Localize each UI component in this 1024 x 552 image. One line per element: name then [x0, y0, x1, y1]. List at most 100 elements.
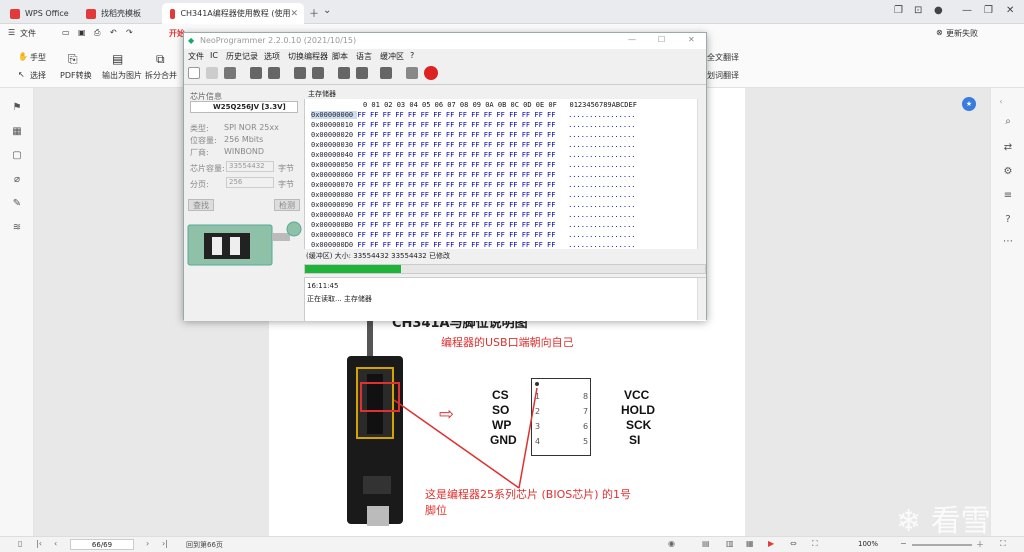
hex-row[interactable]: 0x00000000 FF FF FF FF FF FF FF FF FF FF… — [311, 111, 636, 119]
avatar[interactable]: ● — [934, 5, 943, 16]
bookmark-icon[interactable]: ⚑ — [11, 102, 23, 114]
menu-switch-programmer[interactable]: 切换编程器 — [288, 51, 328, 62]
hex-row[interactable]: 0x00000070 FF FF FF FF FF FF FF FF FF FF… — [311, 181, 636, 189]
hex-row[interactable]: 0x000000B0 FF FF FF FF FF FF FF FF FF FF… — [311, 221, 636, 229]
settings-icon[interactable]: ⚙ — [1002, 166, 1014, 178]
hex-row[interactable]: 0x00000010 FF FF FF FF FF FF FF FF FF FF… — [311, 121, 636, 129]
close-tab-icon[interactable]: ✕ — [290, 9, 298, 19]
verify-icon[interactable] — [294, 67, 306, 79]
chip-name-field[interactable]: W25Q256JV [3.3V] — [190, 101, 298, 113]
hamburger-icon[interactable]: ☰ — [8, 28, 15, 37]
translate-icon[interactable]: ⇄ — [1002, 142, 1014, 154]
sign-icon[interactable]: ✎ — [11, 198, 23, 210]
select-tool-icon[interactable]: ↖ — [18, 70, 25, 79]
export-image-icon[interactable]: ▤ — [112, 52, 123, 66]
skin-icon[interactable]: ⊡ — [914, 5, 922, 16]
new-file-icon[interactable] — [188, 67, 200, 79]
pdf-convert-icon[interactable]: ⎘ — [68, 52, 78, 67]
hex-row[interactable]: 0x00000020 FF FF FF FF FF FF FF FF FF FF… — [311, 131, 636, 139]
undo-icon[interactable]: ↶ — [110, 28, 117, 37]
stop-icon[interactable] — [424, 66, 438, 80]
back-to-page-link[interactable]: 回到第66页 — [186, 540, 223, 550]
open-icon[interactable]: ▭ — [62, 28, 70, 37]
minimize-icon[interactable]: — — [628, 35, 636, 44]
hex-scrollbar[interactable] — [697, 99, 706, 249]
menu-language[interactable]: 语言 — [356, 51, 372, 62]
maximize-icon[interactable]: ☐ — [658, 35, 665, 44]
detect-button[interactable]: 检测 — [274, 199, 300, 211]
hex-row[interactable]: 0x000000A0 FF FF FF FF FF FF FF FF FF FF… — [311, 211, 636, 219]
update-failed[interactable]: 更新失败 — [946, 28, 978, 39]
restore-icon[interactable]: ❐ — [894, 5, 903, 16]
select-tool-label[interactable]: 选择 — [30, 70, 46, 81]
hex-row[interactable]: 0x000000C0 FF FF FF FF FF FF FF FF FF FF… — [311, 231, 636, 239]
redo-icon[interactable]: ↷ — [126, 28, 133, 37]
tab-document[interactable]: CH341A编程器使用教程 (使用 ✕ — [162, 3, 304, 24]
hex-row[interactable]: 0x00000030 FF FF FF FF FF FF FF FF FF FF… — [311, 141, 636, 149]
full-translate-button[interactable]: 全文翻译 — [707, 52, 739, 63]
thumbnail-icon[interactable]: ▦ — [11, 126, 23, 138]
hex-row[interactable]: 0x00000080 FF FF FF FF FF FF FF FF FF FF… — [311, 191, 636, 199]
new-tab-icon[interactable]: ＋ — [309, 5, 319, 20]
menu-script[interactable]: 脚本 — [332, 51, 348, 62]
single-page-icon[interactable]: ▤ — [702, 539, 710, 548]
adjust-icon[interactable]: ≡ — [1002, 190, 1014, 202]
fit-width-icon[interactable]: ⇔ — [790, 539, 797, 548]
pdf-convert-button[interactable]: PDF转换 — [60, 70, 92, 81]
file-menu[interactable]: 文件 — [20, 28, 36, 39]
main-storage-tab[interactable]: 主存储器 — [308, 89, 336, 99]
maximize-icon[interactable]: ❐ — [984, 5, 993, 16]
auto-icon[interactable] — [356, 67, 368, 79]
more-icon[interactable]: ⋯ — [1002, 236, 1014, 248]
erase-icon[interactable] — [312, 67, 324, 79]
tab-wps-office[interactable]: WPS Office — [2, 3, 74, 24]
page-input[interactable]: 66/69 — [70, 539, 134, 550]
close-icon[interactable]: ✕ — [688, 35, 695, 44]
menu-history[interactable]: 历史记录 — [226, 51, 258, 62]
zoom-out-icon[interactable]: − — [900, 539, 907, 548]
last-page-icon[interactable]: ›| — [162, 539, 168, 548]
lock-icon[interactable] — [406, 67, 418, 79]
split-merge-icon[interactable]: ⧉ — [156, 52, 165, 67]
next-page-icon[interactable]: › — [146, 539, 149, 548]
view-mode-icon[interactable]: ◉ — [668, 539, 675, 548]
menu-file[interactable]: 文件 — [188, 51, 204, 62]
collapse-icon[interactable]: ‹ — [995, 96, 1007, 108]
fit-page-icon[interactable]: ⛶ — [812, 539, 818, 549]
menu-ic[interactable]: IC — [210, 51, 218, 60]
write-chip-icon[interactable] — [268, 67, 280, 79]
menu-options[interactable]: 选项 — [264, 51, 280, 62]
hex-row[interactable]: 0x00000060 FF FF FF FF FF FF FF FF FF FF… — [311, 171, 636, 179]
comment-icon[interactable]: ▢ — [11, 150, 23, 162]
book-view-icon[interactable]: ▥ — [726, 539, 734, 548]
tab-list-icon[interactable]: ⌄ — [323, 5, 331, 16]
open-file-icon[interactable] — [206, 67, 218, 79]
continuous-icon[interactable]: ▦ — [746, 539, 754, 548]
hex-row[interactable]: 0x00000040 FF FF FF FF FF FF FF FF FF FF… — [311, 151, 636, 159]
zone-translate-button[interactable]: 划词翻译 — [707, 70, 739, 81]
blank-check-icon[interactable] — [338, 67, 350, 79]
sidebar-toggle-icon[interactable]: ▯ — [18, 539, 22, 548]
find-button[interactable]: 查找 — [188, 199, 214, 211]
print-icon[interactable]: ⎙ — [94, 28, 100, 38]
zoom-in-icon[interactable]: ＋ — [976, 539, 984, 550]
hand-tool-label[interactable]: 手型 — [30, 52, 46, 63]
read-chip-icon[interactable] — [250, 67, 262, 79]
assistant-icon[interactable]: ★ — [962, 97, 976, 111]
split-merge-button[interactable]: 拆分合并 — [145, 70, 177, 81]
save-icon[interactable]: ▣ — [78, 28, 86, 37]
help-icon[interactable]: ? — [1002, 214, 1014, 226]
fullscreen-icon[interactable]: ⛶ — [1000, 539, 1006, 549]
hand-tool-icon[interactable]: ✋ — [18, 52, 28, 61]
zoom-slider[interactable] — [912, 544, 972, 546]
attachment-icon[interactable]: ⌀ — [11, 174, 23, 186]
menu-help[interactable]: ? — [410, 51, 414, 60]
close-window-icon[interactable]: ✕ — [1006, 5, 1014, 16]
zoom-level[interactable]: 100% — [858, 540, 878, 548]
hex-row[interactable]: 0x000000D0 FF FF FF FF FF FF FF FF FF FF… — [311, 241, 636, 249]
batch-icon[interactable] — [380, 67, 392, 79]
tab-template[interactable]: 找稻壳模板 — [78, 3, 158, 24]
minimize-icon[interactable]: — — [962, 5, 972, 16]
log-scrollbar[interactable] — [697, 278, 706, 320]
layers-icon[interactable]: ≋ — [11, 222, 23, 234]
